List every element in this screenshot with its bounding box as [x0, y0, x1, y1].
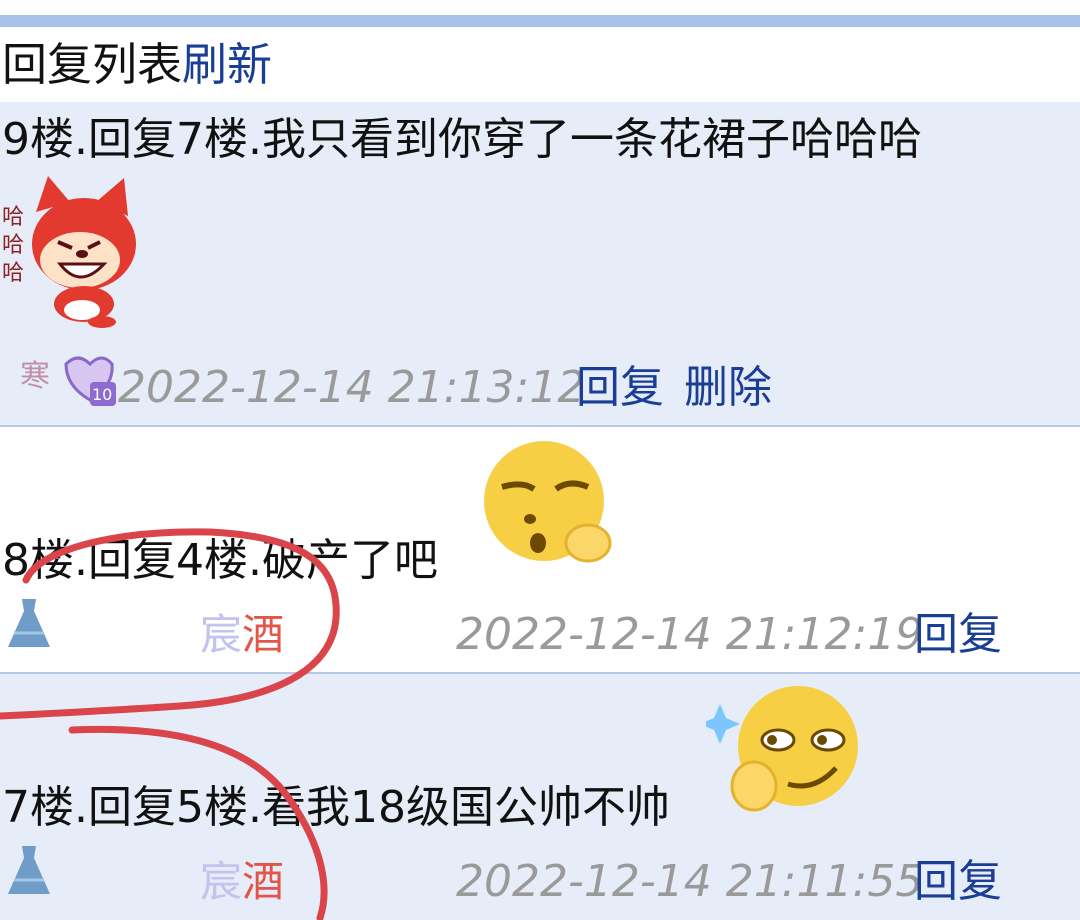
fox-laughing-sticker: 哈 哈 哈	[2, 176, 136, 328]
reply-text: 9楼.回复7楼.我只看到你穿了一条花裙子哈哈哈	[2, 114, 922, 165]
reply-item-9: 9楼.回复7楼.我只看到你穿了一条花裙子哈哈哈 哈 哈 哈 寒 10 2022-…	[0, 102, 1080, 427]
reply-list-title: 回复列表	[2, 38, 183, 91]
reply-timestamp: 2022-12-14 21:12:19	[456, 609, 924, 660]
reply-item-7: 7楼.回复5楼.看我18级国公帅不帅 宸酒 2022-12-14 21:11:5…	[0, 674, 1080, 920]
reply-text: 8楼.回复4楼.破产了吧	[2, 535, 438, 586]
thinking-emoji	[484, 441, 612, 563]
reply-button[interactable]: 回复	[914, 607, 1002, 663]
dress-icon	[8, 846, 50, 894]
reply-timestamp: 2022-12-14 21:13:12	[118, 362, 586, 413]
svg-text:哈: 哈	[2, 205, 24, 230]
smug-emoji	[706, 686, 858, 812]
reply-text: 7楼.回复5楼.看我18级国公帅不帅	[2, 782, 670, 833]
reply-item-8: 8楼.回复4楼.破产了吧 宸酒 2022-12-14 21:12:19 回复	[0, 427, 1080, 674]
delete-button[interactable]: 删除	[684, 360, 772, 416]
reply-list-header: 回复列表刷新	[0, 27, 1080, 102]
top-accent-bar	[0, 15, 1080, 27]
svg-text:哈: 哈	[2, 233, 24, 258]
reply-timestamp: 2022-12-14 21:11:55	[456, 856, 924, 907]
page-title: 回复列表刷新	[2, 37, 272, 93]
refresh-link[interactable]: 刷新	[182, 38, 272, 91]
badge-icon: 寒 10	[20, 356, 116, 406]
user-name[interactable]: 宸酒	[200, 607, 284, 663]
reply-button[interactable]: 回复	[576, 360, 664, 416]
svg-text:哈: 哈	[2, 261, 24, 286]
dress-icon	[8, 599, 50, 647]
svg-text:寒: 寒	[20, 359, 50, 394]
user-name[interactable]: 宸酒	[200, 854, 284, 910]
reply-button[interactable]: 回复	[914, 854, 1002, 910]
svg-text:10: 10	[92, 385, 112, 404]
